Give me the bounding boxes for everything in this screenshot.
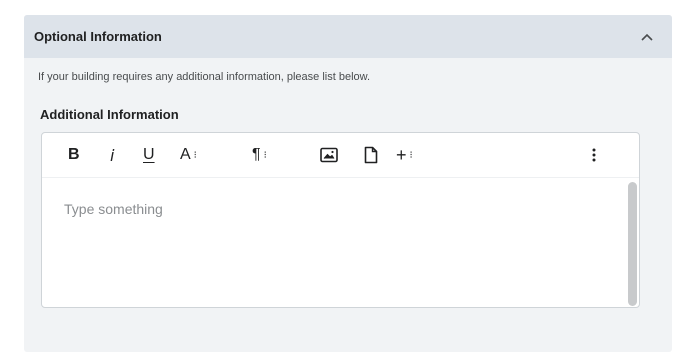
insert-image-button[interactable]	[320, 145, 338, 165]
plus-icon: +	[396, 144, 407, 165]
bold-button[interactable]: B	[68, 145, 80, 165]
document-icon	[364, 146, 378, 164]
submenu-dots-icon: ⁝	[193, 149, 197, 161]
font-format-button[interactable]: A ⁝	[180, 145, 197, 165]
insert-more-button[interactable]: + ⁝	[396, 144, 413, 165]
editor-scrollbar[interactable]	[628, 182, 637, 306]
paragraph-icon: ¶	[252, 146, 261, 163]
panel-title: Optional Information	[34, 29, 162, 44]
more-options-button[interactable]	[592, 145, 596, 165]
editor-toolbar: B i U A ⁝ ¶ ⁝ + ⁝	[42, 133, 639, 178]
chevron-up-icon	[641, 33, 653, 41]
underline-button[interactable]: U	[143, 145, 155, 165]
underline-icon: U	[143, 146, 155, 163]
submenu-dots-icon: ⁝	[409, 149, 413, 161]
font-icon: A	[180, 146, 191, 163]
more-vertical-icon	[592, 148, 596, 162]
rich-text-editor: B i U A ⁝ ¶ ⁝ + ⁝ Type something	[41, 132, 640, 308]
editor-content-area[interactable]: Type something	[42, 178, 639, 307]
field-label: Additional Information	[40, 107, 179, 122]
helper-text: If your building requires any additional…	[38, 71, 371, 83]
panel-header[interactable]: Optional Information	[24, 15, 672, 58]
bold-icon: B	[68, 146, 80, 163]
editor-placeholder: Type something	[64, 201, 163, 217]
collapse-button[interactable]	[640, 30, 654, 44]
image-icon	[320, 147, 338, 163]
paragraph-format-button[interactable]: ¶ ⁝	[252, 145, 267, 165]
optional-information-panel: Optional Information If your building re…	[24, 15, 672, 352]
submenu-dots-icon: ⁝	[263, 149, 267, 161]
italic-icon: i	[110, 145, 115, 165]
italic-button[interactable]: i	[110, 145, 114, 165]
insert-document-button[interactable]	[364, 145, 378, 165]
